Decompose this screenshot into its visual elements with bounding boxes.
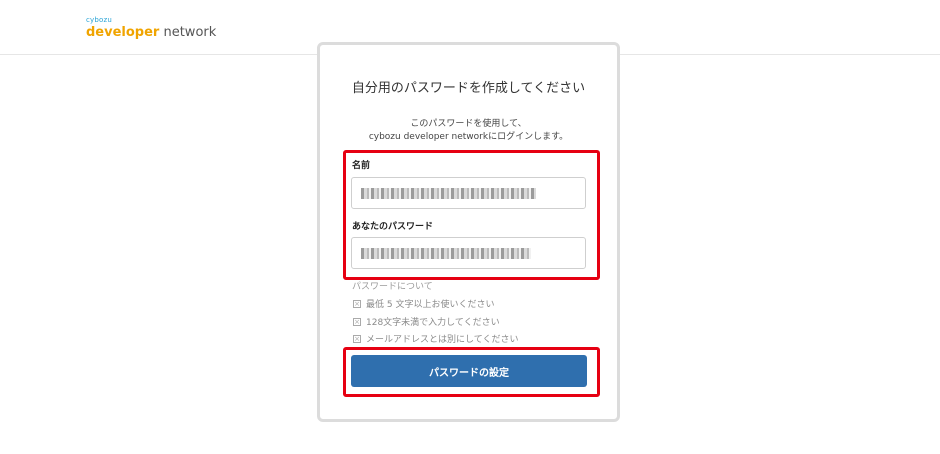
logo-rest-text: network	[159, 25, 217, 40]
cybozu-developer-network-logo[interactable]: cybozu developer network	[86, 16, 216, 40]
password-info-heading: パスワードについて	[352, 282, 433, 292]
password-rule: × メールアドレスとは別にしてください	[353, 332, 518, 345]
rule-check-icon: ×	[353, 299, 361, 308]
name-input[interactable]	[351, 177, 586, 209]
form-description: このパスワードを使用して、 cybozu developer networkにロ…	[320, 118, 617, 144]
logo-small-text: cybozu	[86, 16, 113, 24]
logo-main-text: developer network	[86, 26, 216, 39]
description-line-2: cybozu developer networkにログインします。	[368, 132, 569, 142]
password-label: あなたのパスワード	[352, 222, 434, 232]
rule-check-icon: ×	[353, 334, 361, 343]
rule-text: メールアドレスとは別にしてください	[366, 335, 519, 345]
rule-text: 最低 5 文字以上お使いください	[366, 300, 495, 310]
password-rule: × 最低 5 文字以上お使いください	[353, 297, 494, 310]
set-password-button[interactable]: パスワードの設定	[351, 355, 587, 387]
name-value-redacted	[361, 188, 536, 199]
password-value-redacted	[361, 248, 531, 259]
rule-check-icon: ×	[353, 317, 361, 326]
rule-text: 128文字未満で入力してください	[366, 318, 500, 328]
page-title: 自分用のパスワードを作成してください	[351, 81, 586, 96]
logo-highlight-text: developer	[86, 25, 160, 40]
description-line-1: このパスワードを使用して、	[410, 119, 527, 129]
password-rule: × 128文字未満で入力してください	[353, 315, 500, 328]
password-input[interactable]	[351, 237, 586, 269]
name-label: 名前	[352, 161, 371, 171]
